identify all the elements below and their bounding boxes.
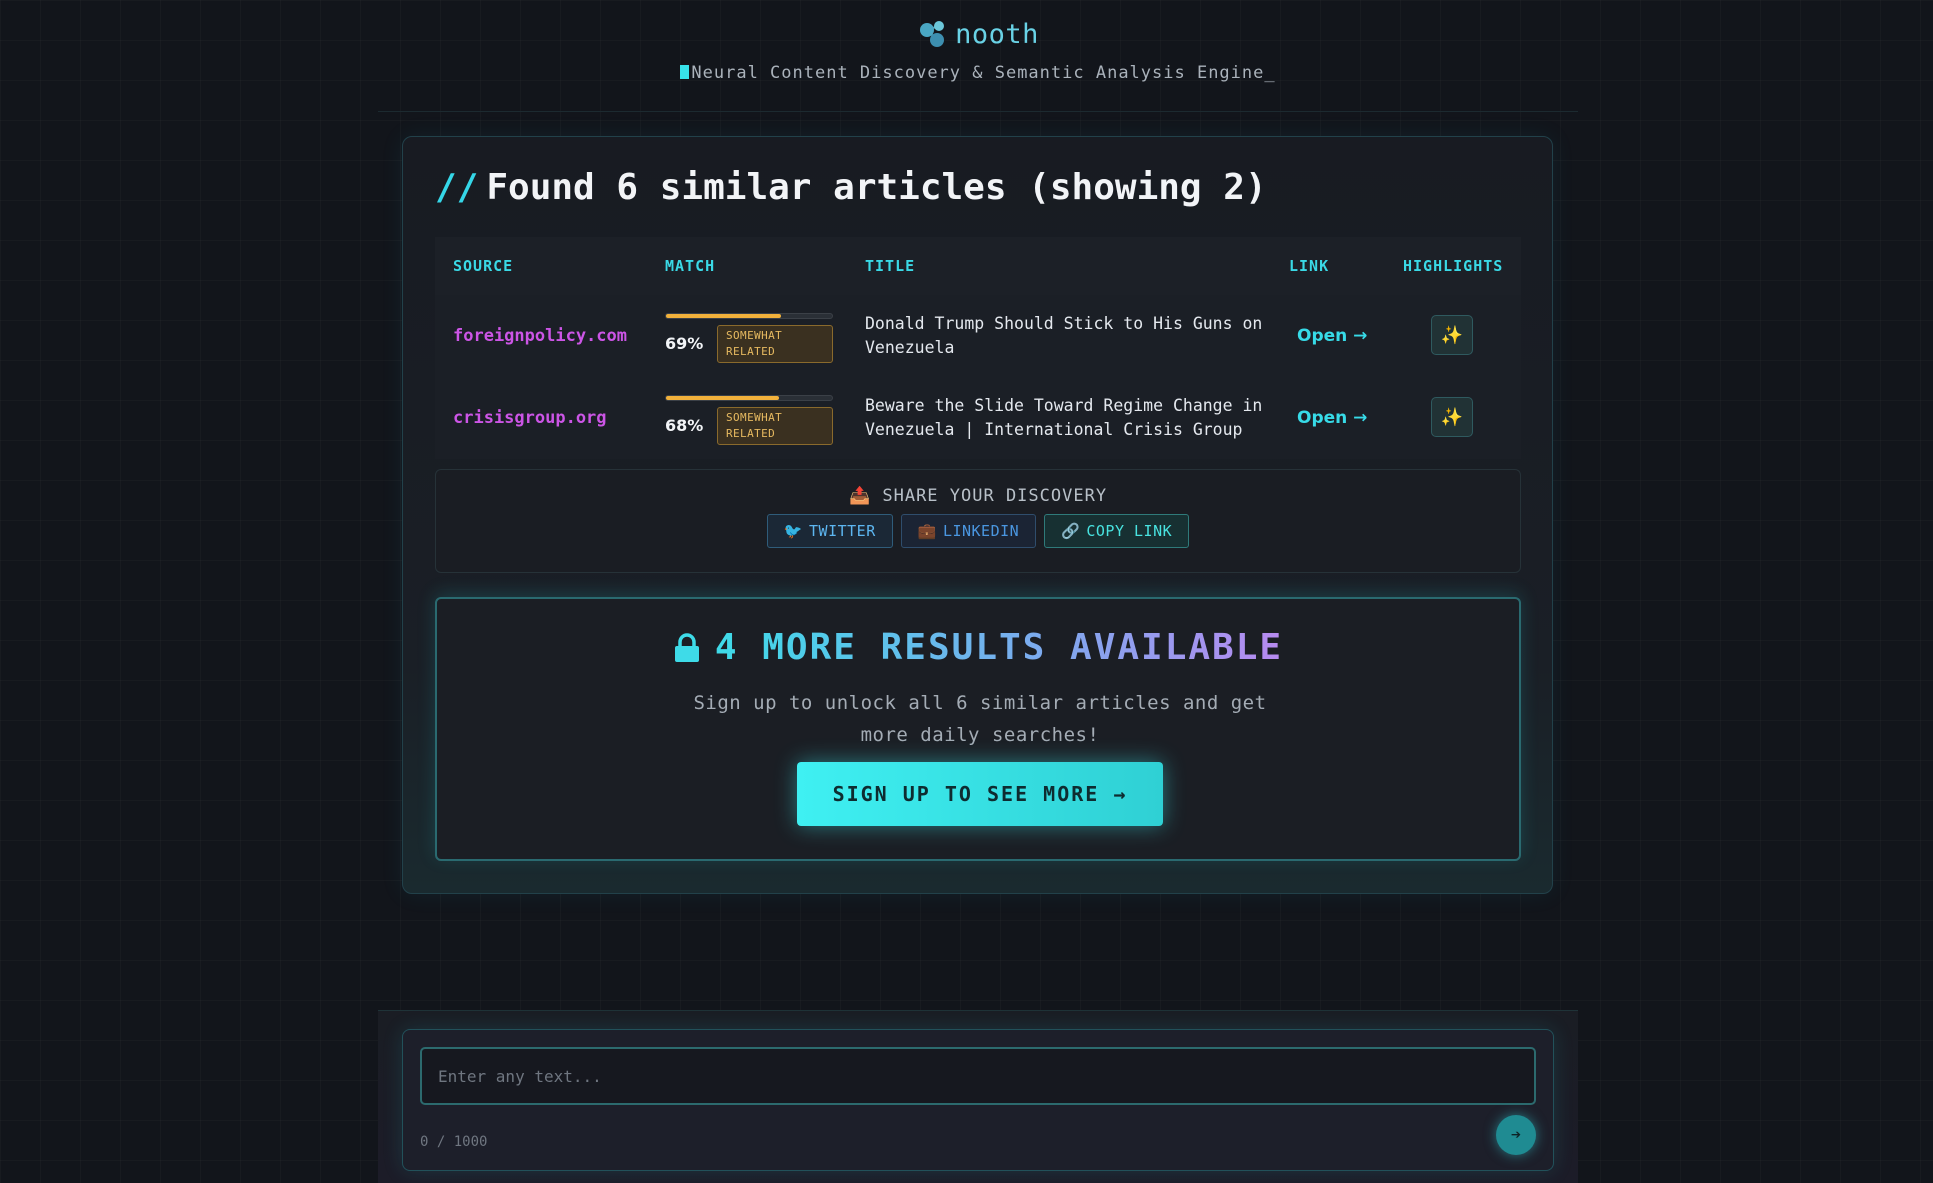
table-row: crisisgroup.org 68% SOMEWHAT RELATED Bew… xyxy=(435,377,1521,459)
terminal-cursor-icon xyxy=(680,65,690,79)
arrow-right-icon: ➔ xyxy=(1510,1125,1522,1145)
tagline-text: Neural Content Discovery & Semantic Anal… xyxy=(691,63,1276,83)
lock-icon xyxy=(674,632,699,662)
query-bar: 0 / 1000 ➔ xyxy=(378,1010,1578,1183)
character-counter: 0 / 1000 xyxy=(420,1134,488,1150)
share-buttons: 🐦 TWITTER 💼 LINKEDIN 🔗 COPY LINK xyxy=(436,514,1520,548)
share-panel: 📤 SHARE YOUR DISCOVERY 🐦 TWITTER 💼 LINKEDI… xyxy=(435,469,1521,573)
sparkles-icon: ✨ xyxy=(1440,406,1464,428)
relevance-badge-line-1: SOMEWHAT xyxy=(726,411,783,424)
column-header-match: MATCH xyxy=(665,257,716,275)
match-percent: 69% xyxy=(665,334,704,353)
open-link[interactable]: Open → xyxy=(1297,295,1367,377)
share-title: 📤 SHARE YOUR DISCOVERY xyxy=(436,486,1520,506)
app-name: nooth xyxy=(955,18,1039,50)
copy-link-button[interactable]: 🔗 COPY LINK xyxy=(1044,514,1190,548)
match-bar xyxy=(665,395,833,401)
relevance-badge-line-1: SOMEWHAT xyxy=(726,329,783,342)
query-input-card: 0 / 1000 ➔ xyxy=(402,1029,1554,1171)
bird-icon: 🐦 xyxy=(783,522,804,540)
link-icon: 🔗 xyxy=(1061,522,1081,540)
results-card: //Found 6 similar articles (showing 2) S… xyxy=(402,136,1553,894)
sparkles-icon: ✨ xyxy=(1440,324,1464,346)
relevance-badge-line-2: RELATED xyxy=(726,345,776,358)
results-heading-text: Found 6 similar articles (showing 2) xyxy=(486,167,1267,208)
molecule-logo-icon xyxy=(920,21,945,47)
briefcase-icon: 💼 xyxy=(917,522,937,540)
match-percent: 68% xyxy=(665,416,704,435)
unlock-description: Sign up to unlock all 6 similar articles… xyxy=(693,692,1267,746)
match-bar-fill xyxy=(666,314,781,318)
match-bar xyxy=(665,313,833,319)
results-heading: //Found 6 similar articles (showing 2) xyxy=(435,167,1267,208)
unlock-title: 4 MORE RESULTS AVAILABLE xyxy=(437,627,1519,668)
column-header-source: SOURCE xyxy=(453,257,514,275)
highlights-button[interactable]: ✨ xyxy=(1431,315,1473,355)
column-header-title: TITLE xyxy=(865,257,916,275)
copy-link-label: COPY LINK xyxy=(1086,522,1173,540)
results-table-header: SOURCE MATCH TITLE LINK HIGHLIGHTS xyxy=(435,237,1521,295)
highlights-button[interactable]: ✨ xyxy=(1431,397,1473,437)
submit-button[interactable]: ➔ xyxy=(1496,1115,1536,1155)
column-header-link: LINK xyxy=(1289,257,1330,275)
source-domain[interactable]: foreignpolicy.com xyxy=(453,295,627,377)
article-title-text: Beware the Slide Toward Regime Change in… xyxy=(865,396,1263,439)
share-title-text: SHARE YOUR DISCOVERY xyxy=(882,486,1108,506)
outbox-tray-icon: 📤 xyxy=(848,486,872,506)
search-input[interactable] xyxy=(420,1047,1536,1105)
tagline: Neural Content Discovery & Semantic Anal… xyxy=(378,63,1578,83)
relevance-badge: SOMEWHAT RELATED xyxy=(717,325,833,363)
article-title: Donald Trump Should Stick to His Guns on… xyxy=(865,295,1265,377)
sign-up-button[interactable]: SIGN UP TO SEE MORE → xyxy=(797,762,1163,826)
unlock-more-panel: 4 MORE RESULTS AVAILABLE Sign up to unlo… xyxy=(435,597,1521,861)
heading-prefix: // xyxy=(435,167,479,208)
article-title-text: Donald Trump Should Stick to His Guns on… xyxy=(865,314,1263,357)
share-twitter-button[interactable]: 🐦 TWITTER xyxy=(766,514,893,548)
share-linkedin-button[interactable]: 💼 LINKEDIN xyxy=(900,514,1037,548)
twitter-label: TWITTER xyxy=(809,522,876,540)
source-domain[interactable]: crisisgroup.org xyxy=(453,377,607,459)
linkedin-label: LINKEDIN xyxy=(942,522,1020,540)
article-title: Beware the Slide Toward Regime Change in… xyxy=(865,377,1265,459)
app-header: nooth Neural Content Discovery & Semanti… xyxy=(378,0,1578,112)
logo[interactable]: nooth xyxy=(378,18,1578,50)
open-link[interactable]: Open → xyxy=(1297,377,1367,459)
relevance-badge: SOMEWHAT RELATED xyxy=(717,407,833,445)
column-header-highlights: HIGHLIGHTS xyxy=(1403,257,1504,275)
table-row: foreignpolicy.com 69% SOMEWHAT RELATED D… xyxy=(435,295,1521,377)
unlock-title-text: 4 MORE RESULTS AVAILABLE xyxy=(714,627,1284,668)
relevance-badge-line-2: RELATED xyxy=(726,427,776,440)
match-bar-fill xyxy=(666,396,779,400)
